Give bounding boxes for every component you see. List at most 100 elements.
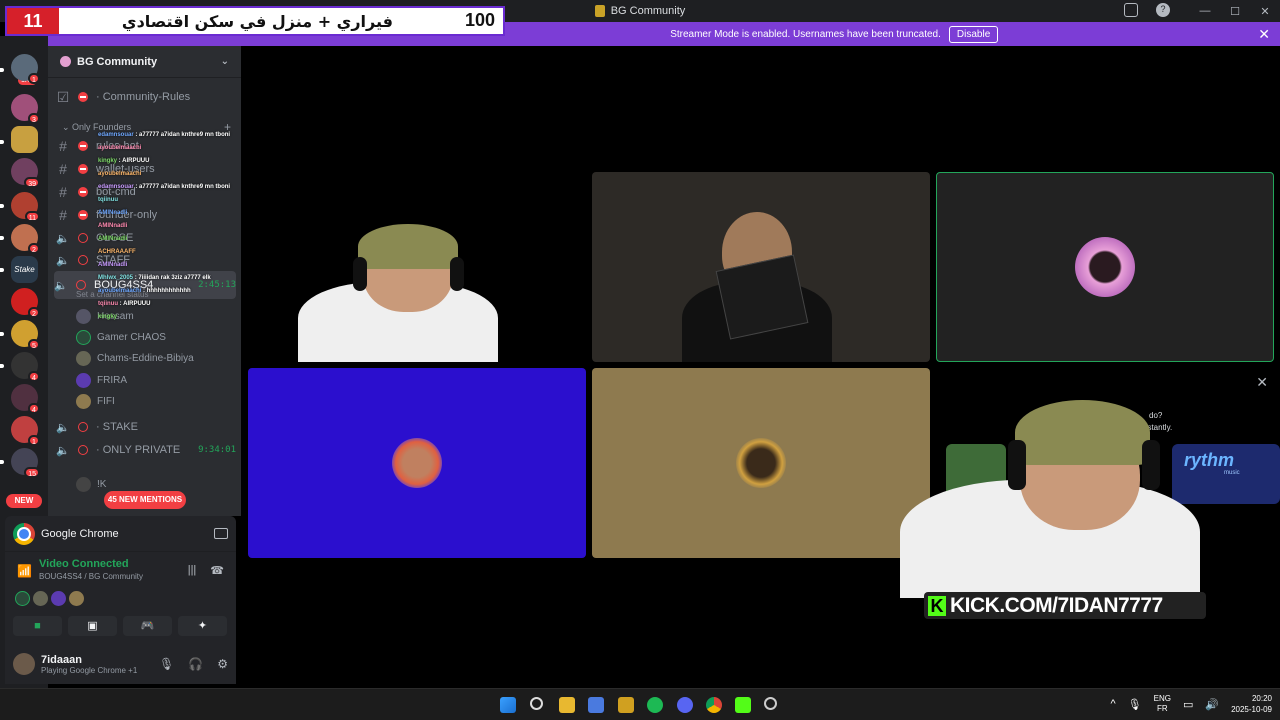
maximize-button[interactable]: ☐ (1220, 5, 1250, 18)
file-explorer-icon[interactable] (559, 697, 575, 713)
avatar[interactable] (15, 591, 30, 606)
no-access-icon (78, 422, 88, 432)
chat-username: AMINnadli (98, 262, 128, 268)
new-mentions-pill[interactable]: 45 NEW MENTIONS (104, 491, 186, 509)
screen-share-button[interactable]: ▣ (68, 616, 117, 636)
chat-text: hhhhhhhhhhhh (146, 288, 191, 294)
minimize-button[interactable]: — (1190, 5, 1220, 17)
server-icon[interactable] (11, 126, 38, 153)
server-header[interactable]: BG Community ⌄ (48, 46, 241, 78)
spotify-icon[interactable] (647, 697, 663, 713)
voice-member[interactable]: !K (76, 474, 106, 494)
server-icon[interactable]: 1 (11, 54, 40, 84)
headphones-icon[interactable]: 🎧 (188, 657, 203, 671)
start-menu-icon[interactable] (500, 697, 516, 713)
channel-community-rules[interactable]: ☑ · Community-Rules (56, 86, 236, 108)
channel-text[interactable]: # founder-only (56, 204, 236, 226)
video-tile[interactable] (248, 368, 586, 558)
microphone-icon[interactable]: 🎙 (159, 657, 174, 671)
close-icon[interactable]: ✕ (1258, 26, 1270, 43)
no-access-icon (78, 233, 88, 243)
overlay-left-number: 11 (7, 8, 59, 34)
discord-icon[interactable] (677, 697, 693, 713)
disable-streamer-mode-button[interactable]: Disable (948, 25, 999, 43)
avatar[interactable] (69, 591, 84, 606)
chrome-icon[interactable] (706, 697, 722, 713)
server-icon[interactable]: 5 (11, 320, 40, 350)
user-info[interactable]: 7idaaan Playing Google Chrome +1 (41, 654, 137, 675)
no-access-icon (76, 280, 86, 290)
chat-message: Mhlwx_2005 : 7iiiidan rak 3ziz a7777 elk (98, 275, 211, 281)
category-name: Only Founders (72, 122, 132, 132)
store-icon[interactable] (588, 697, 604, 713)
search-icon[interactable] (530, 697, 543, 710)
channel-label: · Community-Rules (96, 91, 191, 103)
camera-button[interactable]: ■ (13, 616, 62, 636)
server-icon[interactable]: 1 (11, 416, 40, 446)
network-icon[interactable]: ▭ (1183, 698, 1193, 711)
chat-text: a77777 a7idan knthre9 mn tboni (139, 132, 231, 138)
help-icon[interactable]: ? (1156, 3, 1170, 17)
server-icon[interactable]: 39 (11, 158, 40, 188)
speaker-icon: 🔈 (54, 279, 68, 292)
voice-member[interactable]: FRIRA (76, 370, 127, 390)
close-window-button[interactable]: ✕ (1250, 5, 1280, 18)
server-icon[interactable]: 3 (11, 94, 40, 124)
kick-icon[interactable] (735, 697, 751, 713)
activities-button[interactable]: 🎮 (123, 616, 172, 636)
channel-voice[interactable]: 🔈 STAFF (56, 249, 236, 271)
channel-text[interactable]: # rules-bot (56, 135, 236, 157)
no-access-icon (78, 187, 88, 197)
participant-avatar (736, 438, 786, 488)
participant-video (288, 212, 528, 362)
clock[interactable]: 20:20 2025-10-09 (1231, 693, 1272, 715)
language-indicator[interactable]: ENG FR (1154, 694, 1171, 714)
chevron-up-icon[interactable]: ^ (1110, 698, 1115, 710)
user-avatar[interactable] (13, 653, 35, 675)
user-status: Playing Google Chrome +1 (41, 665, 138, 675)
stake-server-icon[interactable]: Stake (11, 256, 38, 283)
settings-gear-icon[interactable]: ⚙ (217, 657, 228, 671)
no-access-icon (78, 255, 88, 265)
avatar (76, 350, 91, 366)
server-icon[interactable]: 2 (11, 224, 40, 254)
microphone-icon[interactable]: 🎙 (1128, 698, 1142, 711)
streamer-mode-message: Streamer Mode is enabled. Usernames have… (670, 28, 941, 40)
server-icon[interactable]: 4 (11, 384, 40, 414)
app-icon[interactable] (764, 697, 777, 710)
avatar[interactable] (51, 591, 66, 606)
activity-panel: Google Chrome 📶 Video Connected BOUG4SS4… (5, 516, 236, 644)
new-servers-pill[interactable]: NEW (6, 494, 42, 508)
volume-icon[interactable]: 🔊 (1205, 698, 1219, 711)
avatar[interactable] (33, 591, 48, 606)
voice-member[interactable]: FIFI (76, 391, 115, 411)
app-icon[interactable] (618, 697, 634, 713)
voice-member[interactable]: Gamer CHAOS (76, 327, 166, 347)
channel-voice[interactable]: 🔈 CLOSE (56, 227, 236, 249)
channel-voice[interactable]: 🔈 · ONLY PRIVATE 9:34:01 (56, 439, 236, 461)
server-badge: 1 (28, 73, 40, 84)
server-icon[interactable]: 4 (11, 352, 40, 382)
video-tile[interactable] (248, 172, 586, 362)
share-screen-icon[interactable] (214, 528, 228, 539)
video-tile[interactable] (592, 172, 930, 362)
server-badge: 39 (24, 177, 40, 188)
inbox-icon[interactable] (1124, 3, 1138, 17)
server-icon[interactable]: 11 (11, 192, 40, 222)
hash-icon: # (59, 161, 67, 177)
app-activity-row[interactable]: Google Chrome (5, 516, 236, 552)
noise-suppression-icon[interactable]: ||| (188, 564, 197, 577)
server-icon[interactable]: 15 (11, 448, 40, 478)
member-name: FIFI (97, 395, 115, 407)
video-tile-speaking[interactable] (936, 172, 1274, 362)
streamer-figure (880, 380, 1210, 598)
disconnect-icon[interactable]: ☎ (210, 564, 224, 577)
channel-voice[interactable]: 🔈 · STAKE (56, 416, 236, 438)
soundboard-button[interactable]: ✦ (178, 616, 227, 636)
channel-label: · STAKE (96, 421, 138, 433)
channel-label: · ONLY PRIVATE (96, 444, 181, 456)
server-icon[interactable]: 2 (11, 288, 40, 318)
participant-avatar (1075, 237, 1135, 297)
close-icon[interactable]: ✕ (1256, 374, 1268, 391)
voice-member[interactable]: Chams-Eddine-Bibiya (76, 348, 194, 368)
